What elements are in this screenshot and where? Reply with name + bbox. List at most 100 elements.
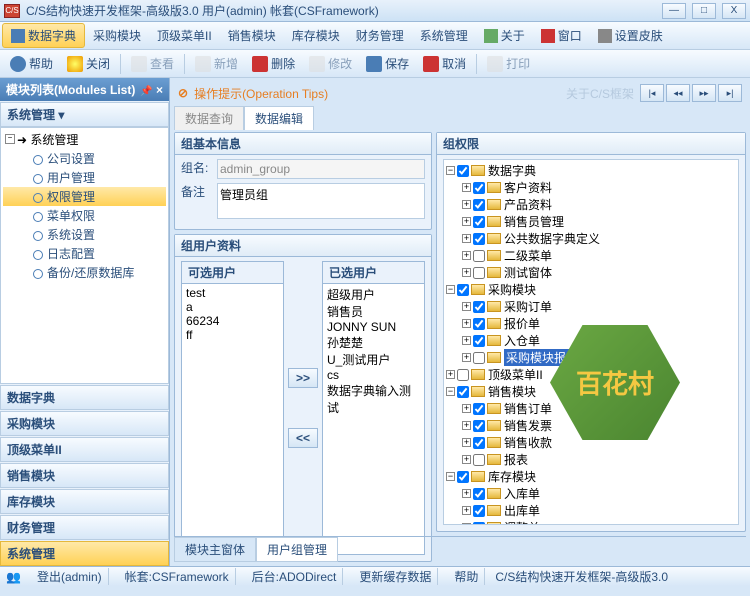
permissions-tree[interactable]: −数据字典+客户资料+产品资料+销售员管理+公共数据字典定义+二级菜单+测试窗体… <box>443 159 739 525</box>
expand-icon[interactable]: + <box>462 455 471 464</box>
tb-close[interactable]: 关闭 <box>61 53 116 74</box>
perm-checkbox[interactable] <box>473 182 485 194</box>
accordion-header[interactable]: 销售模块 <box>0 463 169 488</box>
perm-checkbox[interactable] <box>473 267 485 279</box>
perm-checkbox[interactable] <box>473 250 485 262</box>
tb-delete[interactable]: 删除 <box>246 53 301 74</box>
perm-node[interactable]: +入库单 <box>446 485 736 502</box>
tree-root[interactable]: ➜ 系统管理 <box>3 130 166 149</box>
user-item[interactable]: test <box>184 286 281 300</box>
perm-node[interactable]: +客户资料 <box>446 179 736 196</box>
minimize-button[interactable]: — <box>662 3 686 19</box>
perm-node[interactable]: +测试窗体 <box>446 264 736 281</box>
nav-first[interactable]: |◂ <box>640 84 664 102</box>
status-refresh[interactable]: 更新缓存数据 <box>353 568 438 585</box>
tab-edit[interactable]: 数据编辑 <box>244 106 314 130</box>
perm-checkbox[interactable] <box>457 471 469 483</box>
tb-add[interactable]: 新增 <box>189 53 244 74</box>
expand-icon[interactable]: + <box>462 302 471 311</box>
group-name-input[interactable] <box>217 159 425 179</box>
perm-checkbox[interactable] <box>457 386 469 398</box>
expand-icon[interactable]: + <box>462 404 471 413</box>
tree-item[interactable]: 日志配置 <box>3 244 166 263</box>
menu-purchase[interactable]: 采购模块 <box>85 24 149 47</box>
expand-icon[interactable]: + <box>462 489 471 498</box>
accordion-header[interactable]: 数据字典 <box>0 385 169 410</box>
menu-top2[interactable]: 顶级菜单II <box>149 24 220 47</box>
user-item[interactable]: 66234 <box>184 314 281 328</box>
tab-query[interactable]: 数据查询 <box>174 106 244 130</box>
perm-checkbox[interactable] <box>457 369 469 381</box>
perm-node[interactable]: +报价单 <box>446 315 736 332</box>
perm-node[interactable]: −采购模块 <box>446 281 736 298</box>
expand-icon[interactable]: + <box>462 217 471 226</box>
perm-node[interactable]: −销售模块 <box>446 383 736 400</box>
perm-checkbox[interactable] <box>473 352 485 364</box>
status-help[interactable]: 帮助 <box>448 568 485 585</box>
tree-item[interactable]: 菜单权限 <box>3 206 166 225</box>
tb-save[interactable]: 保存 <box>360 53 415 74</box>
nav-prev[interactable]: ◂◂ <box>666 84 690 102</box>
expand-icon[interactable]: + <box>462 438 471 447</box>
menu-about[interactable]: 关于 <box>476 24 533 47</box>
menu-system[interactable]: 系统管理 <box>412 24 476 47</box>
perm-node[interactable]: +出库单 <box>446 502 736 519</box>
selected-list[interactable]: 超级用户销售员JONNY SUN孙楚楚U_测试用户cs数据字典输入测试 <box>323 284 424 554</box>
perm-node[interactable]: +入仓单 <box>446 332 736 349</box>
perm-checkbox[interactable] <box>457 284 469 296</box>
user-item[interactable]: 孙楚楚 <box>325 334 422 351</box>
perm-checkbox[interactable] <box>473 522 485 526</box>
perm-checkbox[interactable] <box>473 505 485 517</box>
move-right-button[interactable]: >> <box>288 368 318 388</box>
expand-icon[interactable]: − <box>446 166 455 175</box>
menu-finance[interactable]: 财务管理 <box>348 24 412 47</box>
expand-icon[interactable]: + <box>462 251 471 260</box>
tb-print[interactable]: 打印 <box>481 53 536 74</box>
tree-item[interactable]: 系统设置 <box>3 225 166 244</box>
perm-node[interactable]: +公共数据字典定义 <box>446 230 736 247</box>
tb-help[interactable]: 帮助 <box>4 53 59 74</box>
expand-icon[interactable]: − <box>446 387 455 396</box>
expand-icon[interactable]: − <box>446 285 455 294</box>
perm-node[interactable]: +调整单 <box>446 519 736 525</box>
user-item[interactable]: JONNY SUN <box>325 320 422 334</box>
tree-item[interactable]: 公司设置 <box>3 149 166 168</box>
status-logout[interactable]: 登出(admin) <box>31 568 109 585</box>
perm-checkbox[interactable] <box>473 454 485 466</box>
sidebar-close-icon[interactable]: × <box>156 83 163 97</box>
menu-stock[interactable]: 库存模块 <box>284 24 348 47</box>
expand-icon[interactable]: + <box>462 319 471 328</box>
expand-icon[interactable]: + <box>462 200 471 209</box>
user-item[interactable]: 超级用户 <box>325 286 422 303</box>
perm-node[interactable]: +销售订单 <box>446 400 736 417</box>
btab-usergroup[interactable]: 用户组管理 <box>256 537 338 562</box>
user-item[interactable]: ff <box>184 328 281 342</box>
perm-node[interactable]: +销售发票 <box>446 417 736 434</box>
user-item[interactable]: cs <box>325 368 422 382</box>
perm-checkbox[interactable] <box>473 301 485 313</box>
user-item[interactable]: 数据字典输入测试 <box>325 382 422 416</box>
accordion-header[interactable]: 系统管理 <box>0 541 169 566</box>
accordion-header[interactable]: 库存模块 <box>0 489 169 514</box>
perm-checkbox[interactable] <box>473 318 485 330</box>
acc-current[interactable]: 系统管理 ▾ <box>0 102 169 127</box>
btab-main[interactable]: 模块主窗体 <box>174 537 256 562</box>
group-note-input[interactable] <box>217 183 425 219</box>
expand-icon[interactable]: + <box>462 421 471 430</box>
pin-icon[interactable]: 📌 <box>140 86 152 97</box>
module-tree[interactable]: ➜ 系统管理 公司设置用户管理权限管理菜单权限系统设置日志配置备份/还原数据库 <box>0 127 169 384</box>
tb-view[interactable]: 查看 <box>125 53 180 74</box>
expand-icon[interactable]: + <box>446 370 455 379</box>
perm-node[interactable]: +二级菜单 <box>446 247 736 264</box>
user-item[interactable]: 销售员 <box>325 303 422 320</box>
perm-node[interactable]: +采购模块报表 <box>446 349 736 366</box>
perm-checkbox[interactable] <box>473 437 485 449</box>
expand-icon[interactable]: − <box>446 472 455 481</box>
perm-node[interactable]: +报表 <box>446 451 736 468</box>
perm-node[interactable]: −库存模块 <box>446 468 736 485</box>
perm-checkbox[interactable] <box>473 199 485 211</box>
perm-node[interactable]: +销售员管理 <box>446 213 736 230</box>
perm-node[interactable]: −数据字典 <box>446 162 736 179</box>
user-item[interactable]: a <box>184 300 281 314</box>
menu-skin[interactable]: 设置皮肤 <box>590 24 671 47</box>
